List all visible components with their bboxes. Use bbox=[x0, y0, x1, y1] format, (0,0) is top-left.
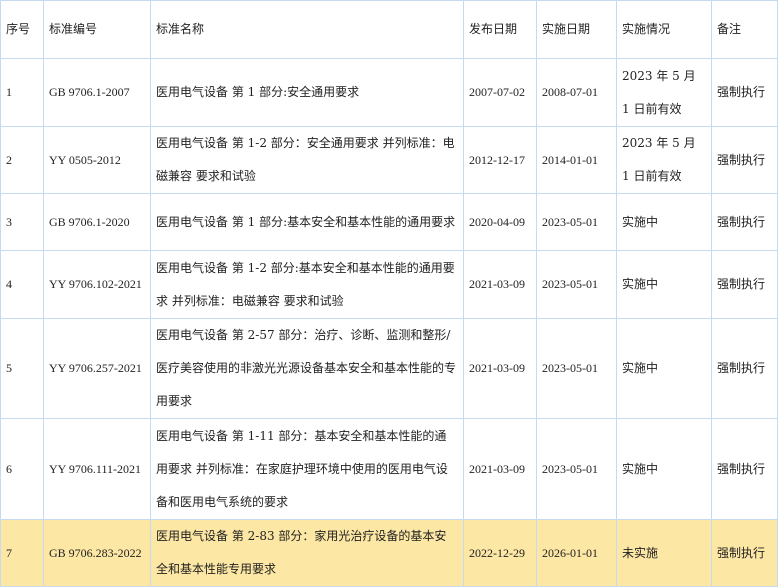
cell-note: 强制执行 bbox=[711, 418, 778, 520]
cell-note: 强制执行 bbox=[711, 519, 778, 587]
cell-name: 医用电气设备 第 1 部分:基本安全和基本性能的通用要求 bbox=[150, 193, 464, 251]
cell-note: 强制执行 bbox=[711, 193, 778, 251]
cell-note: 强制执行 bbox=[711, 58, 778, 127]
cell-name: 医用电气设备 第 1-2 部分：安全通用要求 并列标准：电磁兼容 要求和试验 bbox=[150, 126, 464, 194]
cell-code: YY 9706.111-2021 bbox=[43, 418, 151, 520]
standards-table: 序号 标准编号 标准名称 发布日期 实施日期 实施情况 备注 1 GB 9706… bbox=[0, 0, 778, 587]
cell-index: 2 bbox=[0, 126, 44, 194]
cell-effective: 2026-01-01 bbox=[536, 519, 617, 587]
cell-effective: 2023-05-01 bbox=[536, 418, 617, 520]
cell-note: 强制执行 bbox=[711, 250, 778, 319]
cell-code: YY 9706.257-2021 bbox=[43, 318, 151, 419]
header-effective: 实施日期 bbox=[536, 0, 617, 59]
cell-published: 2012-12-17 bbox=[463, 126, 537, 194]
cell-effective: 2023-05-01 bbox=[536, 318, 617, 419]
cell-status: 实施中 bbox=[616, 193, 712, 251]
cell-code: YY 0505-2012 bbox=[43, 126, 151, 194]
cell-status: 实施中 bbox=[616, 250, 712, 319]
cell-status: 实施中 bbox=[616, 418, 712, 520]
cell-index: 1 bbox=[0, 58, 44, 127]
cell-index: 4 bbox=[0, 250, 44, 319]
cell-effective: 2008-07-01 bbox=[536, 58, 617, 127]
cell-name: 医用电气设备 第 1 部分:安全通用要求 bbox=[150, 58, 464, 127]
header-index: 序号 bbox=[0, 0, 44, 59]
header-code: 标准编号 bbox=[43, 0, 151, 59]
header-name: 标准名称 bbox=[150, 0, 464, 59]
cell-index: 7 bbox=[0, 519, 44, 587]
cell-index: 3 bbox=[0, 193, 44, 251]
table-row: 4 YY 9706.102-2021 医用电气设备 第 1-2 部分:基本安全和… bbox=[0, 250, 778, 319]
table-row: 6 YY 9706.111-2021 医用电气设备 第 1-11 部分：基本安全… bbox=[0, 418, 778, 520]
header-published: 发布日期 bbox=[463, 0, 537, 59]
cell-name: 医用电气设备 第 1-2 部分:基本安全和基本性能的通用要求 并列标准：电磁兼容… bbox=[150, 250, 464, 319]
table-row: 3 GB 9706.1-2020 医用电气设备 第 1 部分:基本安全和基本性能… bbox=[0, 193, 778, 251]
table-row: 5 YY 9706.257-2021 医用电气设备 第 2-57 部分：治疗、诊… bbox=[0, 318, 778, 419]
cell-code: GB 9706.283-2022 bbox=[43, 519, 151, 587]
header-note: 备注 bbox=[711, 0, 778, 59]
cell-effective: 2014-01-01 bbox=[536, 126, 617, 194]
cell-code: GB 9706.1-2020 bbox=[43, 193, 151, 251]
cell-code: YY 9706.102-2021 bbox=[43, 250, 151, 319]
cell-name: 医用电气设备 第 2-83 部分：家用光治疗设备的基本安全和基本性能专用要求 bbox=[150, 519, 464, 587]
cell-name: 医用电气设备 第 1-11 部分：基本安全和基本性能的通用要求 并列标准：在家庭… bbox=[150, 418, 464, 520]
header-status: 实施情况 bbox=[616, 0, 712, 59]
cell-status: 2023 年 5 月 1 日前有效 bbox=[616, 58, 712, 127]
cell-published: 2007-07-02 bbox=[463, 58, 537, 127]
cell-effective: 2023-05-01 bbox=[536, 250, 617, 319]
table-row-highlighted: 7 GB 9706.283-2022 医用电气设备 第 2-83 部分：家用光治… bbox=[0, 519, 778, 587]
cell-code: GB 9706.1-2007 bbox=[43, 58, 151, 127]
cell-status: 实施中 bbox=[616, 318, 712, 419]
cell-index: 6 bbox=[0, 418, 44, 520]
cell-status: 未实施 bbox=[616, 519, 712, 587]
cell-note: 强制执行 bbox=[711, 318, 778, 419]
cell-note: 强制执行 bbox=[711, 126, 778, 194]
table-row: 2 YY 0505-2012 医用电气设备 第 1-2 部分：安全通用要求 并列… bbox=[0, 126, 778, 194]
cell-status: 2023 年 5 月 1 日前有效 bbox=[616, 126, 712, 194]
cell-published: 2021-03-09 bbox=[463, 250, 537, 319]
cell-published: 2020-04-09 bbox=[463, 193, 537, 251]
cell-published: 2021-03-09 bbox=[463, 318, 537, 419]
table-row: 1 GB 9706.1-2007 医用电气设备 第 1 部分:安全通用要求 20… bbox=[0, 58, 778, 127]
table-header-row: 序号 标准编号 标准名称 发布日期 实施日期 实施情况 备注 bbox=[0, 0, 778, 59]
cell-published: 2022-12-29 bbox=[463, 519, 537, 587]
cell-index: 5 bbox=[0, 318, 44, 419]
cell-name: 医用电气设备 第 2-57 部分：治疗、诊断、监测和整形/医疗美容使用的非激光光… bbox=[150, 318, 464, 419]
cell-effective: 2023-05-01 bbox=[536, 193, 617, 251]
cell-published: 2021-03-09 bbox=[463, 418, 537, 520]
